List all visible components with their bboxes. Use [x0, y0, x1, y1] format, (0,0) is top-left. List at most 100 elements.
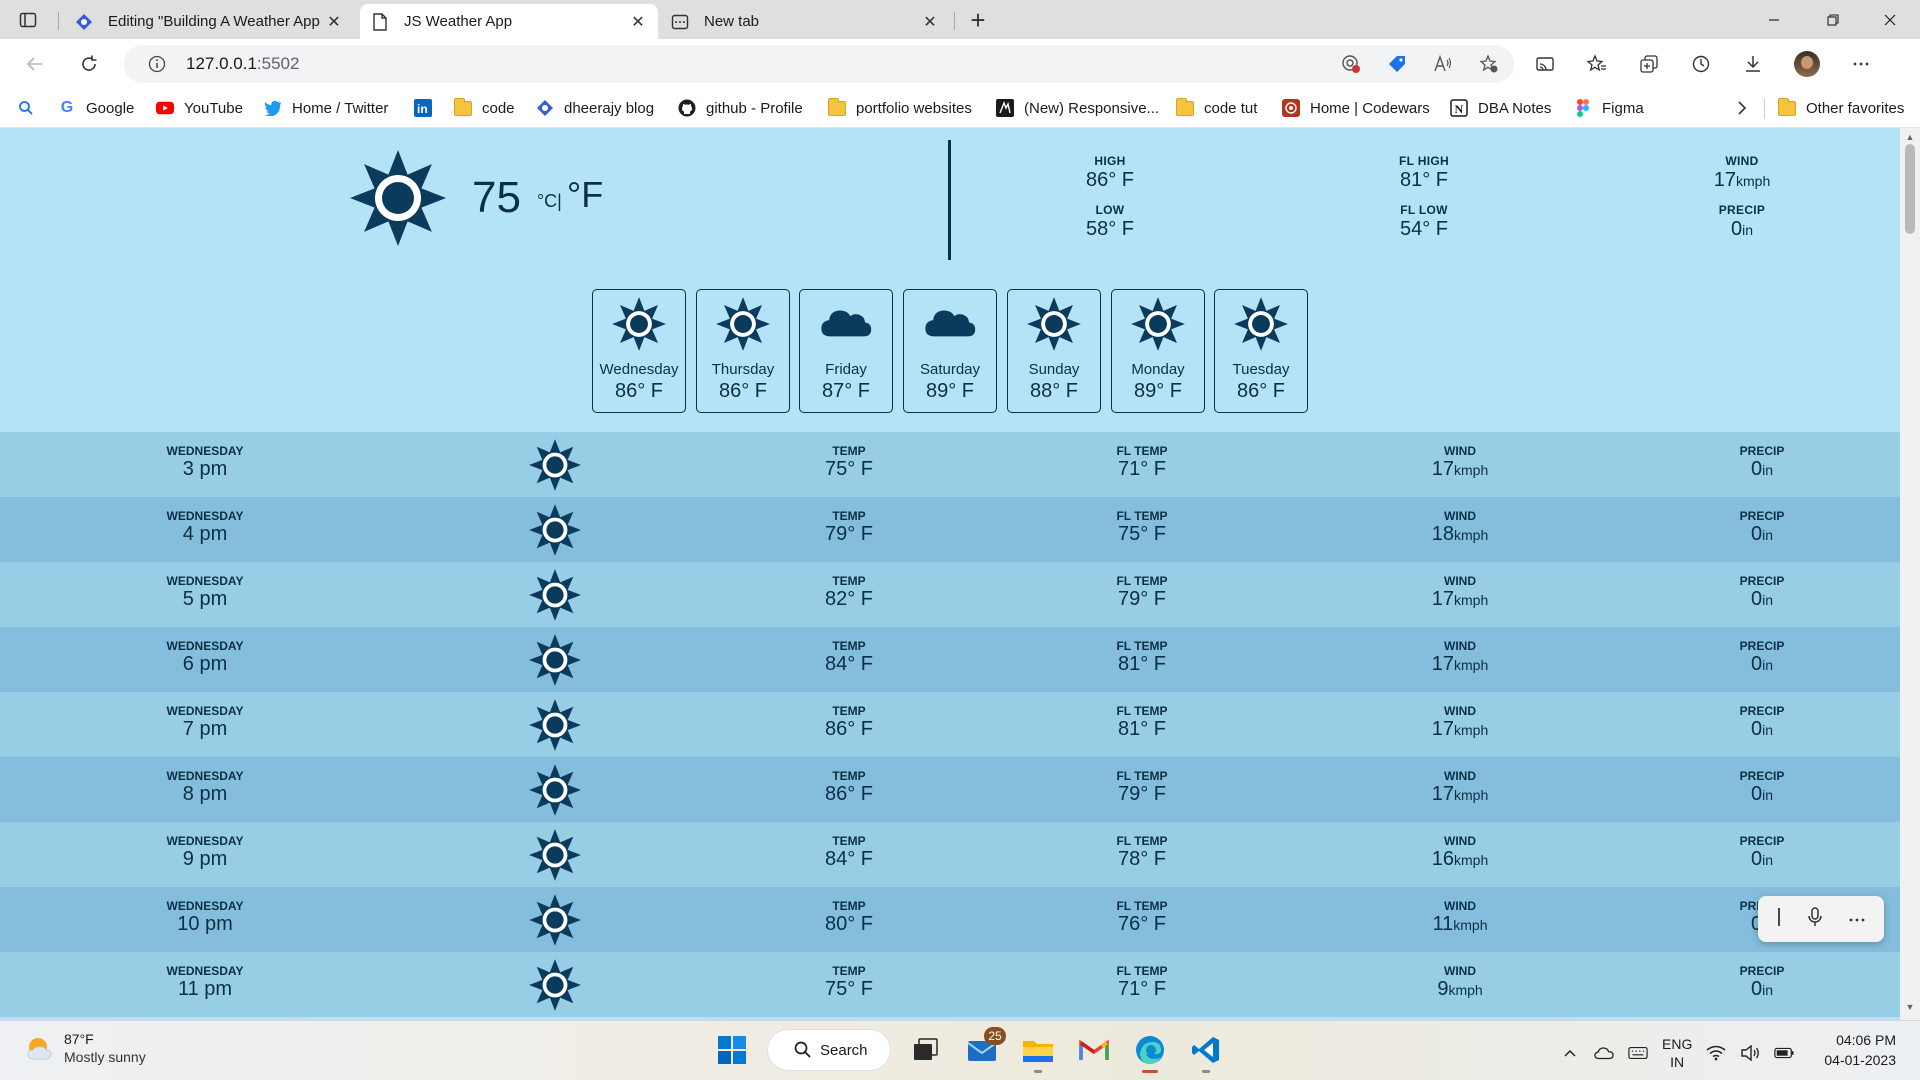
bookmark-dheerajy-blog[interactable]: dheerajy blog — [536, 97, 654, 119]
bookmark-folder-portfolio[interactable]: portfolio websites — [828, 97, 972, 119]
close-tab-icon[interactable]: ✕ — [324, 12, 344, 32]
favorites-icon[interactable] — [1586, 53, 1608, 75]
hourly-forecast: WEDNESDAY 3 pm TEMP 75° F FL TEMP 71° F WIND 17… — [0, 432, 1900, 1017]
vscode-icon[interactable] — [1186, 1029, 1226, 1073]
task-view-icon[interactable] — [906, 1029, 946, 1071]
hour-day: WEDNESDAY — [166, 704, 244, 718]
precip-value: 0in — [1682, 523, 1842, 546]
wind-value: 17kmph — [1380, 653, 1540, 676]
more-options-icon[interactable] — [1850, 53, 1872, 75]
bookmark-dba-notes[interactable]: N DBA Notes — [1450, 97, 1551, 119]
close-tab-icon[interactable]: ✕ — [628, 12, 648, 32]
volume-icon[interactable] — [1740, 1043, 1760, 1063]
precip-label: PRECIP — [1739, 704, 1785, 718]
touch-keyboard-icon[interactable] — [1628, 1043, 1648, 1063]
dictation-toolbar — [1758, 896, 1884, 942]
minimize-button[interactable] — [1746, 0, 1802, 39]
bookmark-linkedin[interactable]: in — [414, 97, 442, 119]
history-icon[interactable] — [1690, 53, 1712, 75]
url-text[interactable]: 127.0.0.1:5502 — [186, 54, 299, 74]
linkedin-icon: in — [414, 99, 432, 117]
fahrenheit-toggle[interactable]: °F — [567, 174, 603, 215]
start-button[interactable] — [712, 1029, 752, 1071]
bookmark-folder-code[interactable]: code — [454, 97, 515, 119]
wind-cell: WIND 17kmph — [1380, 639, 1540, 676]
hour-day: WEDNESDAY — [166, 964, 244, 978]
collections-icon[interactable] — [1638, 53, 1660, 75]
read-aloud-icon[interactable] — [1432, 53, 1454, 75]
bookmark-google[interactable]: G Google — [58, 97, 135, 119]
site-info-icon[interactable] — [146, 53, 168, 75]
file-explorer-icon[interactable] — [1018, 1029, 1058, 1073]
tab-title: New tab — [704, 13, 760, 30]
weather-description: Mostly sunny — [64, 1049, 146, 1065]
bookmark-codewars[interactable]: Home | Codewars — [1282, 97, 1430, 119]
back-arrow-icon[interactable] — [22, 51, 48, 77]
coupon-tag-icon[interactable] — [1386, 53, 1408, 75]
close-tab-icon[interactable]: ✕ — [920, 12, 940, 32]
battery-icon[interactable] — [1774, 1043, 1794, 1063]
edge-browser-icon[interactable] — [1130, 1029, 1170, 1073]
tab-weather-app[interactable]: JS Weather App ✕ — [360, 4, 658, 39]
input-language[interactable]: ENG IN — [1662, 1035, 1692, 1071]
profile-avatar[interactable] — [1794, 51, 1820, 77]
wifi-icon[interactable] — [1706, 1043, 1726, 1063]
bookmark-responsive[interactable]: (New) Responsive... — [996, 97, 1159, 119]
bookmark-figma[interactable]: Figma — [1574, 97, 1644, 119]
temp-value: 84° F — [824, 848, 874, 870]
wind-value: 17kmph — [1380, 783, 1540, 806]
wind-value: 17 — [1713, 169, 1736, 191]
fl-temp-value: 71° F — [1117, 458, 1167, 480]
taskbar-search[interactable]: Search — [768, 1030, 890, 1070]
mail-app-icon[interactable]: 25 — [962, 1027, 1006, 1071]
add-favorite-icon[interactable] — [1478, 53, 1500, 75]
temp-value: 86° F — [824, 718, 874, 740]
scroll-down-arrow-icon[interactable]: ▼ — [1904, 1002, 1916, 1014]
wind-cell: WIND 17kmph — [1380, 444, 1540, 481]
restore-button[interactable] — [1805, 0, 1861, 39]
bookmark-label: github - Profile — [706, 99, 803, 117]
hour-time: 6 pm — [182, 653, 228, 675]
weather-temp: 87°F — [64, 1031, 94, 1047]
drag-handle-icon[interactable] — [1776, 906, 1782, 933]
new-tab-button[interactable]: + — [964, 6, 992, 34]
blog-diamond-icon — [536, 99, 554, 117]
scrollbar-thumb[interactable] — [1905, 144, 1915, 234]
onedrive-cloud-icon[interactable] — [1594, 1043, 1614, 1063]
day-temp: 86° F — [1236, 380, 1286, 402]
bookmarks-overflow-chevron-icon[interactable] — [1736, 97, 1748, 119]
system-clock[interactable]: 04:06 PM 04-01-2023 — [1806, 1030, 1896, 1070]
microphone-icon[interactable] — [1807, 906, 1823, 932]
gmail-icon[interactable] — [1074, 1029, 1114, 1071]
bookmark-other-favorites[interactable]: Other favorites — [1778, 97, 1904, 119]
precip-cell: PRECIP0in — [1682, 964, 1842, 1001]
bookmark-youtube[interactable]: YouTube — [156, 97, 243, 119]
close-window-button[interactable] — [1862, 0, 1918, 39]
tab-new-tab[interactable]: New tab ✕ — [660, 4, 950, 39]
bookmark-folder-code-tut[interactable]: code tut — [1176, 97, 1257, 119]
unit-toggle[interactable]: °C| °F — [537, 174, 603, 216]
cast-icon[interactable] — [1534, 53, 1556, 75]
hour-cell: WEDNESDAY 11 pm — [125, 964, 285, 1001]
downloads-icon[interactable] — [1742, 53, 1764, 75]
bookmark-label: portfolio websites — [856, 99, 972, 117]
address-bar[interactable]: 127.0.0.1:5502 — [124, 45, 1514, 83]
precip-unit: in — [1762, 657, 1774, 673]
search-icon[interactable] — [18, 97, 34, 119]
fl-temp-label: FL TEMP — [1116, 834, 1168, 848]
bookmark-github-profile[interactable]: github - Profile — [678, 97, 803, 119]
page-scrollbar[interactable]: ▲ ▼ — [1900, 128, 1920, 1020]
refresh-icon[interactable] — [76, 51, 102, 77]
show-hidden-icons-chevron-icon[interactable] — [1560, 1043, 1580, 1063]
day-temp: 89° F — [925, 380, 975, 402]
tab-actions-icon[interactable] — [16, 8, 40, 32]
tab-editing-blog[interactable]: Editing "Building A Weather App ✕ — [64, 4, 354, 39]
weather-widget[interactable]: 87°F Mostly sunny — [24, 1031, 146, 1065]
scroll-up-arrow-icon[interactable]: ▲ — [1904, 132, 1916, 144]
wind-cell: WIND 17kmph — [1380, 574, 1540, 611]
bookmark-twitter[interactable]: Home / Twitter — [264, 97, 388, 119]
celsius-toggle[interactable]: °C| — [537, 191, 562, 211]
tracking-prevention-icon[interactable] — [1340, 53, 1362, 75]
day-temp: 86° F — [718, 380, 768, 402]
more-options-icon[interactable] — [1848, 910, 1866, 928]
